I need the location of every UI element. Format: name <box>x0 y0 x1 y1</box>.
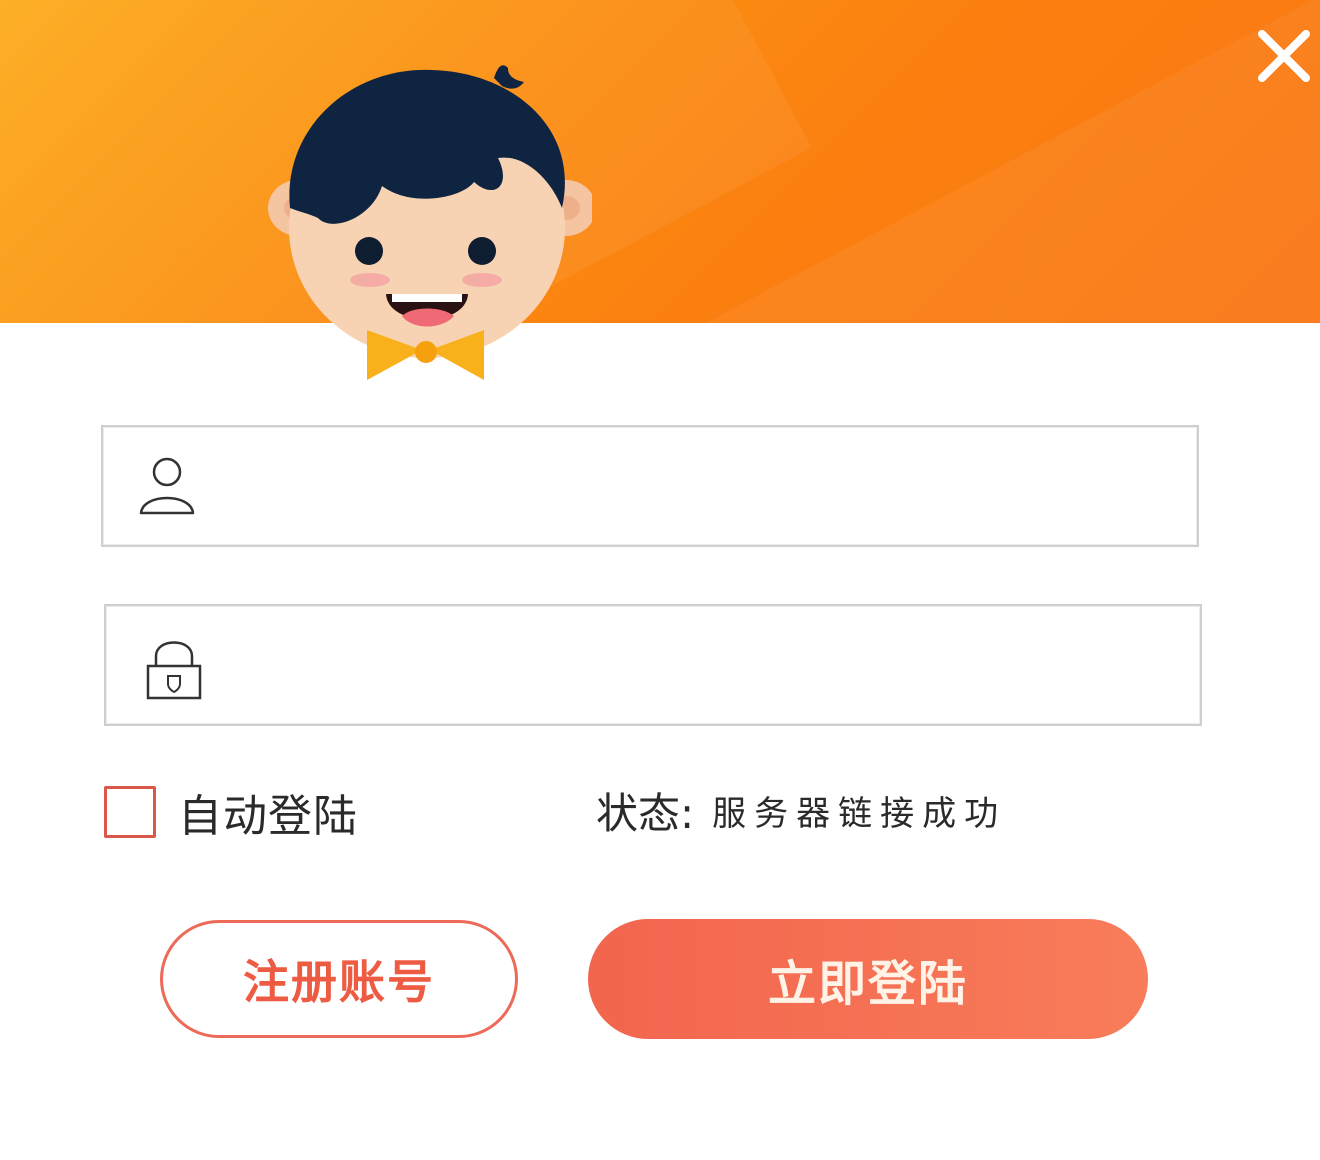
username-input[interactable] <box>223 427 1181 547</box>
connection-status: 状态: 服务器链接成功 <box>596 780 1006 840</box>
status-value: 服务器链接成功 <box>712 793 1007 834</box>
password-field[interactable] <box>104 604 1202 726</box>
lock-icon <box>146 641 202 700</box>
username-field[interactable] <box>101 425 1199 547</box>
status-label: 状态: <box>596 788 695 838</box>
auto-login-checkbox[interactable] <box>104 786 156 838</box>
close-button[interactable] <box>1252 24 1316 88</box>
user-icon <box>139 457 195 515</box>
register-button[interactable]: 注册账号 <box>160 920 518 1038</box>
close-icon <box>1258 30 1310 82</box>
header-banner <box>0 0 1320 323</box>
auto-login-label: 自动登陆 <box>178 791 358 842</box>
login-button[interactable]: 立即登陆 <box>588 919 1148 1039</box>
mascot-avatar <box>262 58 596 388</box>
login-window: 自动登陆 状态: 服务器链接成功 注册账号 立即登陆 <box>0 0 1320 1160</box>
password-input[interactable] <box>226 606 1184 726</box>
auto-login-option[interactable]: 自动登陆 <box>104 782 358 842</box>
